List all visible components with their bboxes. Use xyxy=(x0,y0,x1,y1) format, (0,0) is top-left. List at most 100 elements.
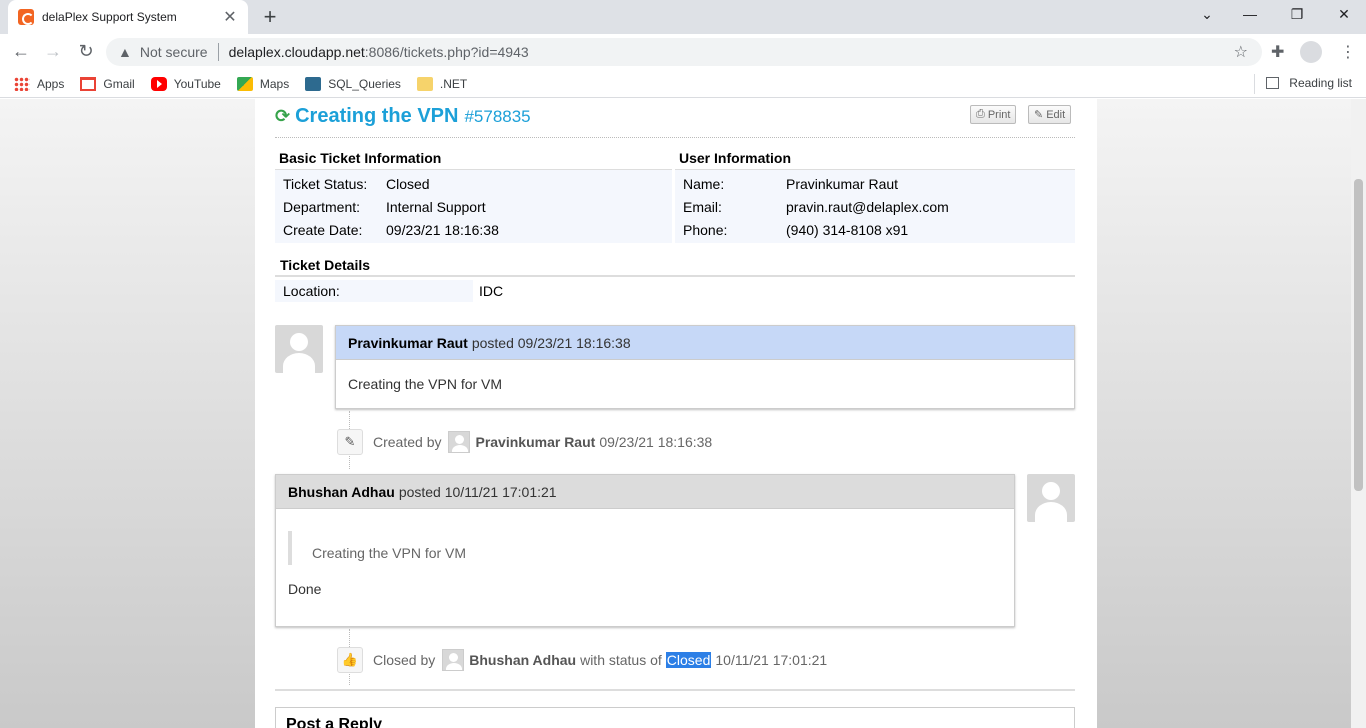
url-path: :8086/tickets.php?id=4943 xyxy=(364,44,529,60)
reading-list[interactable]: Reading list xyxy=(1266,76,1352,90)
user-info-table: Name: Pravinkumar Raut Email: pravin.raut@… xyxy=(675,170,1075,243)
info-value: pravin.raut@delaplex.com xyxy=(786,198,949,215)
location-value: IDC xyxy=(479,283,504,299)
info-row: Phone: (940) 314-8108 x91 xyxy=(675,218,1075,241)
bookmark-apps[interactable]: Apps xyxy=(14,76,64,91)
close-window-icon[interactable]: ✕ xyxy=(1334,6,1354,23)
edit-icon: ✎ xyxy=(1034,109,1044,121)
thread-body: Creating the VPN for VM xyxy=(348,376,503,392)
browser-tab[interactable]: delaPlex Support System ✕ xyxy=(8,0,248,34)
bookmark-label: Gmail xyxy=(103,76,135,91)
print-icon: ⎙ xyxy=(976,108,985,120)
minimize-icon[interactable]: — xyxy=(1240,6,1260,22)
thread-header: Bhushan Adhau posted 10/11/21 17:01:21 xyxy=(276,475,1014,509)
edit-button[interactable]: ✎ Edit xyxy=(1028,105,1072,124)
thumbs-up-icon: 👍 xyxy=(337,647,363,673)
url-text[interactable]: delaplex.cloudapp.net:8086/tickets.php?i… xyxy=(229,44,529,60)
response-text: Done xyxy=(288,581,322,597)
info-label: Email: xyxy=(683,198,722,215)
reading-list-label: Reading list xyxy=(1289,76,1352,90)
post-meta: posted 09/23/21 18:16:38 xyxy=(471,334,631,351)
tab-search-icon[interactable]: ⌄ xyxy=(1197,6,1217,23)
info-row: Create Date: 09/23/21 18:16:38 xyxy=(275,218,672,241)
url-host: delaplex.cloudapp.net xyxy=(228,44,365,60)
bookmark-maps[interactable]: Maps xyxy=(236,76,290,91)
extensions-icon[interactable]: ✚ xyxy=(1271,42,1284,62)
bookmark-gmail[interactable]: Gmail xyxy=(80,76,135,91)
info-row: Email: pravin.raut@delaplex.com xyxy=(675,195,1075,218)
info-value: Pravinkumar Raut xyxy=(786,175,899,192)
print-button[interactable]: ⎙ Print xyxy=(970,105,1017,124)
bookmark-sql-queries[interactable]: SQL_Queries xyxy=(305,76,401,91)
magic-wand-icon: ✎ xyxy=(337,429,363,455)
ticket-number[interactable]: #578835 xyxy=(464,107,530,127)
profile-avatar-icon[interactable] xyxy=(1300,41,1322,63)
ticket-title-text[interactable]: Creating the VPN xyxy=(295,105,458,128)
tab-close-icon[interactable]: ✕ xyxy=(222,7,238,27)
not-secure-label[interactable]: Not secure xyxy=(140,44,208,60)
bookmarks-divider xyxy=(1254,74,1255,94)
bookmark-dotnet[interactable]: .NET xyxy=(416,76,467,91)
restore-icon[interactable]: ❐ xyxy=(1287,6,1307,23)
event-author: Pravinkumar Raut xyxy=(475,434,596,450)
basic-ticket-info: Basic Ticket Information Ticket Status: C… xyxy=(275,147,672,243)
refresh-icon[interactable]: ⟳ xyxy=(275,106,290,127)
bookmark-label: Maps xyxy=(259,76,290,91)
page-title: ⟳ Creating the VPN #578835 xyxy=(275,105,531,128)
reply-divider xyxy=(275,689,1075,691)
page-scrollbar[interactable] xyxy=(1351,99,1366,728)
info-row: Department: Internal Support xyxy=(275,195,672,218)
avatar xyxy=(275,325,323,373)
info-row: Ticket Status: Closed xyxy=(275,172,672,195)
address-separator xyxy=(217,43,219,61)
ticket-container: ⟳ Creating the VPN #578835 ⎙ Print ✎ Edit … xyxy=(255,99,1097,728)
gmail-icon xyxy=(80,76,97,91)
address-bar[interactable]: ▲ Not secure delaplex.cloudapp.net:8086/… xyxy=(106,38,1262,66)
bookmarks-bar: Apps Gmail YouTube Maps SQL_Queries .NET xyxy=(0,70,1366,98)
forward-icon[interactable]: → xyxy=(42,41,64,62)
post-reply-heading: Post a Reply xyxy=(286,716,383,728)
avatar xyxy=(1027,474,1075,522)
avatar xyxy=(442,649,465,671)
quoted-text: Creating the VPN for VM xyxy=(288,531,1002,565)
user-info-heading: User Information xyxy=(675,147,1075,170)
bookmark-star-icon[interactable]: ☆ xyxy=(1234,42,1248,62)
event-time: 09/23/21 18:16:38 xyxy=(599,434,713,450)
info-value: Closed xyxy=(386,175,430,192)
title-divider xyxy=(275,137,1075,138)
status-highlight: Closed xyxy=(665,652,712,668)
new-tab-icon[interactable]: + xyxy=(258,4,282,30)
post-author: Pravinkumar Raut xyxy=(348,334,468,351)
thread-body: Creating the VPN for VM Done xyxy=(276,509,1014,609)
post-reply-panel: Post a Reply xyxy=(275,707,1075,728)
tab-title: delaPlex Support System xyxy=(42,10,177,24)
sql-icon xyxy=(305,76,322,91)
info-label: Department: xyxy=(283,198,361,215)
back-icon[interactable]: ← xyxy=(10,41,32,62)
menu-icon[interactable]: ⋮ xyxy=(1340,42,1356,62)
youtube-icon xyxy=(150,76,167,91)
info-value: 09/23/21 18:16:38 xyxy=(386,221,499,238)
info-value: Internal Support xyxy=(386,198,486,215)
ticket-details-heading: Ticket Details xyxy=(275,255,1075,277)
folder-icon xyxy=(416,76,433,91)
bookmark-youtube[interactable]: YouTube xyxy=(150,76,221,91)
avatar xyxy=(448,431,471,453)
reload-icon[interactable]: ↻ xyxy=(75,41,97,62)
event-text: Closed by xyxy=(373,652,436,668)
warning-icon[interactable]: ▲ xyxy=(118,44,132,60)
info-label: Ticket Status: xyxy=(283,175,368,192)
basic-info-table: Ticket Status: Closed Department: Internal… xyxy=(275,170,672,243)
edit-label: Edit xyxy=(1046,108,1066,121)
reading-list-icon xyxy=(1266,77,1280,89)
thread-response-staff: Bhushan Adhau posted 10/11/21 17:01:21 C… xyxy=(275,474,1015,627)
basic-info-heading: Basic Ticket Information xyxy=(275,147,672,170)
tab-strip: delaPlex Support System ✕ + ⌄ — ❐ ✕ xyxy=(0,0,1366,34)
post-meta: posted 10/11/21 17:01:21 xyxy=(398,483,557,500)
thread-header: Pravinkumar Raut posted 09/23/21 18:16:3… xyxy=(336,326,1074,360)
thread-event-created: ✎ Created by Pravinkumar Raut 09/23/21 1… xyxy=(337,429,712,455)
user-info: User Information Name: Pravinkumar Raut E… xyxy=(675,147,1075,243)
info-label: Name: xyxy=(683,175,725,192)
scrollbar-thumb[interactable] xyxy=(1354,179,1363,491)
print-label: Print xyxy=(987,108,1011,121)
